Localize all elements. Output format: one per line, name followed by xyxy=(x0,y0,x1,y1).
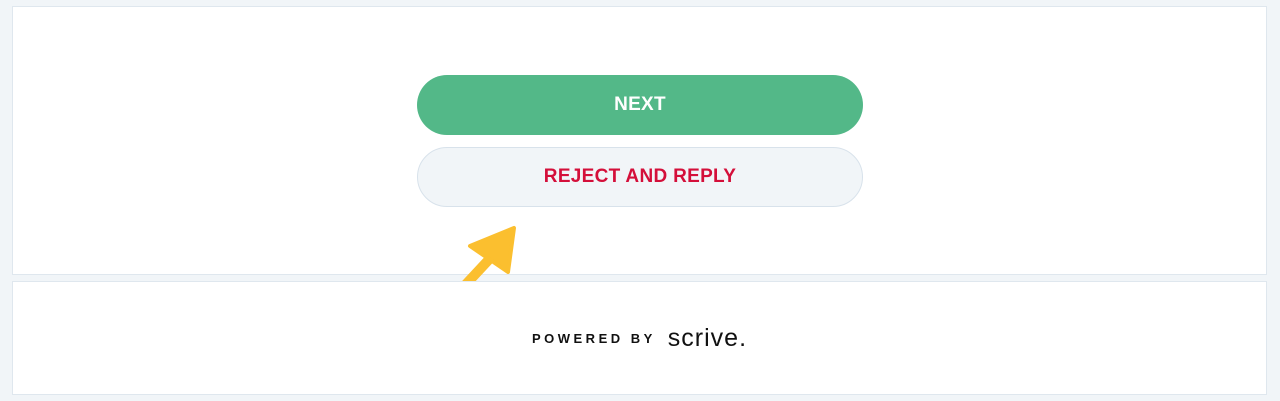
next-button[interactable]: NEXT xyxy=(417,75,863,135)
reject-and-reply-button[interactable]: REJECT AND REPLY xyxy=(417,147,863,207)
actions-panel: NEXT REJECT AND REPLY xyxy=(12,6,1267,275)
scrive-logo: scrive. xyxy=(667,323,748,352)
footer-panel: POWERED BY scrive. xyxy=(12,281,1267,395)
powered-by-text: POWERED BY xyxy=(531,330,656,346)
powered-by: POWERED BY scrive. xyxy=(13,282,1266,394)
next-button-label: NEXT xyxy=(614,94,666,115)
reject-and-reply-label: REJECT AND REPLY xyxy=(543,166,737,187)
